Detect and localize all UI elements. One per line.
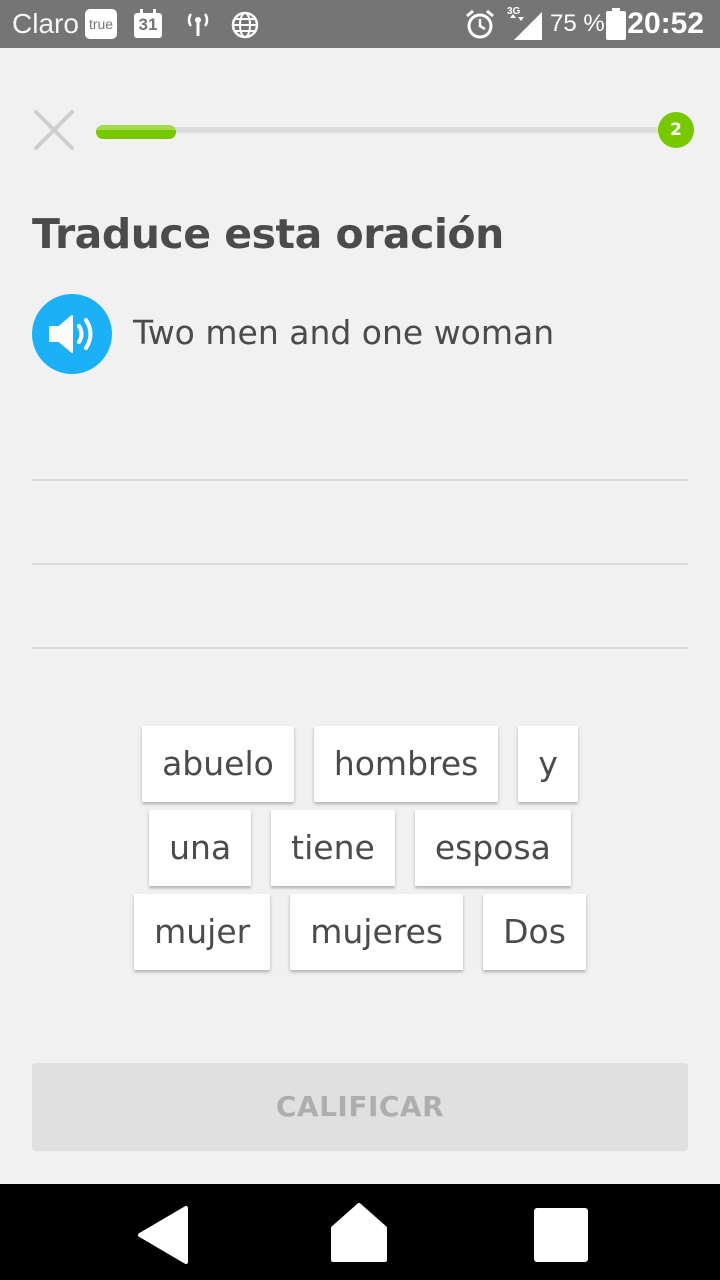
- calendar-day: 31: [138, 15, 158, 34]
- prompt-sentence: Two men and one woman: [133, 313, 555, 352]
- word-tile[interactable]: hombres: [313, 726, 499, 802]
- progress-streak-badge: 2: [658, 112, 694, 148]
- hotspot-antenna-icon: [187, 13, 209, 36]
- alarm-clock-icon: [466, 9, 494, 39]
- carrier-name: Claro: [12, 8, 79, 39]
- close-icon[interactable]: [32, 108, 76, 152]
- home-icon[interactable]: [330, 1202, 388, 1264]
- system-navigation-bar: [0, 1184, 720, 1280]
- recent-apps-icon[interactable]: [532, 1206, 590, 1264]
- word-tile[interactable]: una: [149, 810, 252, 886]
- word-tile[interactable]: tiene: [271, 810, 395, 886]
- answer-line[interactable]: [32, 647, 688, 649]
- word-tile[interactable]: mujer: [134, 894, 271, 970]
- back-icon[interactable]: [134, 1204, 190, 1266]
- word-tile[interactable]: Dos: [483, 894, 586, 970]
- word-tile[interactable]: abuelo: [142, 726, 294, 802]
- word-bank-row: abuelo hombres y: [32, 726, 688, 802]
- battery-icon: [606, 8, 626, 40]
- word-bank-row: una tiene esposa: [32, 810, 688, 886]
- globe-icon: [231, 11, 259, 39]
- check-answer-button[interactable]: CALIFICAR: [32, 1063, 688, 1151]
- battery-percent: 75 %: [550, 10, 605, 37]
- word-bank: abuelo hombres y una tiene esposa mujer …: [32, 726, 688, 978]
- speaker-icon: [49, 315, 93, 353]
- answer-line[interactable]: [32, 563, 688, 565]
- word-bank-row: mujer mujeres Dos: [32, 894, 688, 970]
- status-bar: Claro true 31 3G 75 % 20:52: [0, 0, 720, 48]
- true-app-icon: true: [85, 9, 117, 39]
- page-title: Traduce esta oración: [32, 210, 504, 258]
- answer-line[interactable]: [32, 479, 688, 481]
- progress-bar: [96, 125, 670, 139]
- play-audio-button[interactable]: [32, 294, 112, 374]
- word-tile[interactable]: y: [518, 726, 578, 802]
- word-tile[interactable]: esposa: [414, 810, 571, 886]
- word-tile[interactable]: mujeres: [290, 894, 464, 970]
- signal-strength-icon: 3G: [507, 6, 542, 40]
- progress-fill: [96, 125, 177, 139]
- status-time: 20:52: [627, 7, 704, 40]
